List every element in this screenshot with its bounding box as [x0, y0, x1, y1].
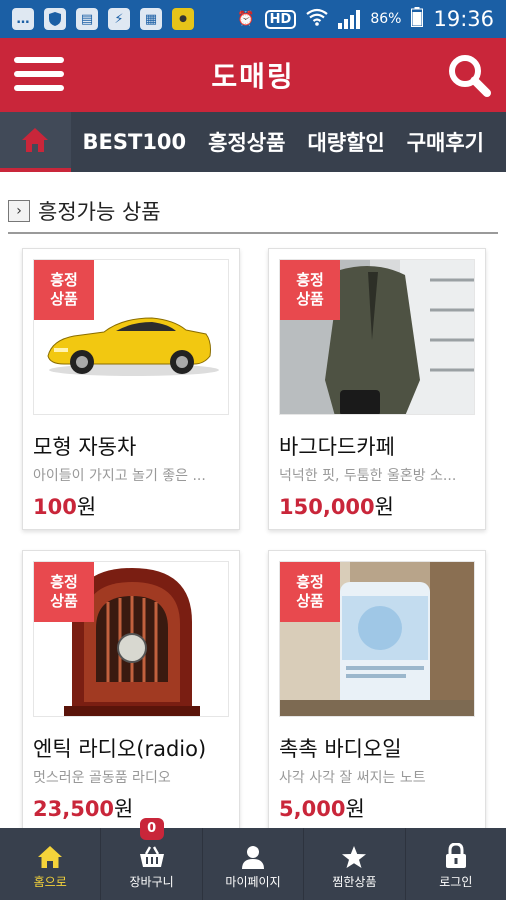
product-card[interactable]: 흥정 상품 엔틱 라디오(radio) 멋스러운 골동품 라디오 23,500원	[22, 550, 240, 840]
tab-label: 마이페이지	[225, 875, 281, 889]
bargain-badge: 흥정 상품	[34, 260, 94, 320]
app-icon: ●	[172, 8, 194, 30]
product-image[interactable]: 흥정 상품	[33, 561, 229, 717]
home-tab[interactable]	[0, 112, 71, 172]
star-icon	[342, 846, 367, 868]
tab-label: 장바구니	[129, 875, 174, 889]
gallery-icon: ▦	[140, 8, 162, 30]
product-price: 100원	[33, 495, 97, 519]
battery-icon	[411, 7, 424, 31]
product-price: 5,000원	[279, 797, 365, 821]
bottom-tab-bar: 홈으로 0 장바구니 마이페이지 찜한상품 로그인	[0, 818, 506, 900]
product-card[interactable]: 흥정 상품 바그다드카페 넉넉한 핏, 두툼한 울혼방 소... 150,000…	[268, 248, 486, 530]
section-title: 흥정가능 상품	[38, 200, 161, 224]
product-price: 23,500원	[33, 797, 134, 821]
product-name: 바그다드카페	[279, 435, 395, 459]
product-price: 150,000원	[279, 495, 394, 519]
wifi-icon	[306, 8, 329, 30]
bargain-badge: 흥정 상품	[280, 260, 340, 320]
message-icon: …	[12, 8, 34, 30]
tab-cart[interactable]: 0 장바구니	[101, 818, 203, 900]
product-card[interactable]: 흥정 상품 모형 자동차 아이들이 가지고 놀기 좋은 ... 100원	[22, 248, 240, 530]
bargain-badge: 흥정 상품	[34, 562, 94, 622]
tab-login[interactable]: 로그인	[406, 828, 506, 900]
user-icon	[242, 846, 265, 869]
hd-indicator: HD	[264, 9, 297, 29]
home-icon	[38, 846, 63, 868]
clock: 19:36	[433, 7, 494, 31]
category-nav: BEST100 흥정상품 대량할인 구매후기	[0, 112, 506, 172]
status-bar: … ▤ ⚡ ▦ ● ⏰ HD 86% 19:36	[0, 0, 506, 38]
nav-item-bulk-discount[interactable]: 대량할인	[307, 127, 384, 157]
note-icon: ▤	[76, 8, 98, 30]
home-icon	[22, 128, 49, 152]
nav-item-bargain[interactable]: 흥정상품	[208, 127, 285, 157]
lock-icon	[445, 843, 466, 868]
nav-item-reviews[interactable]: 구매후기	[407, 127, 484, 157]
product-description: 넉넉한 핏, 두툼한 울혼방 소...	[279, 468, 457, 484]
app-header: 도매링	[0, 38, 506, 112]
tab-home[interactable]: 홈으로	[0, 828, 102, 900]
menu-icon[interactable]	[14, 57, 64, 95]
battery-percent: 86%	[370, 11, 402, 27]
tab-label: 로그인	[439, 875, 473, 889]
product-name: 촉촉 바디오일	[279, 737, 402, 761]
shield-icon	[44, 8, 66, 30]
flash-icon: ⚡	[108, 8, 130, 30]
product-card[interactable]: 흥정 상품 촉촉 바디오일 사각 사각 잘 써지는 노트 5,000원	[268, 550, 486, 840]
search-icon[interactable]	[446, 52, 492, 98]
product-description: 아이들이 가지고 놀기 좋은 ...	[33, 468, 206, 484]
product-image[interactable]: 흥정 상품	[33, 259, 229, 415]
app-title: 도매링	[211, 60, 295, 93]
nav-item-best100[interactable]: BEST100	[83, 130, 187, 154]
section-header: › 흥정가능 상품	[8, 190, 498, 234]
product-name: 모형 자동차	[33, 435, 137, 459]
tab-label: 찜한상품	[332, 875, 377, 889]
tab-wishlist[interactable]: 찜한상품	[304, 828, 406, 900]
tab-mypage[interactable]: 마이페이지	[203, 828, 305, 900]
cart-icon	[139, 846, 164, 867]
product-image[interactable]: 흥정 상품	[279, 561, 475, 717]
product-image[interactable]: 흥정 상품	[279, 259, 475, 415]
product-description: 멋스러운 골동품 라디오	[33, 770, 171, 786]
bargain-badge: 흥정 상품	[280, 562, 340, 622]
tab-label: 홈으로	[33, 875, 67, 889]
product-name: 엔틱 라디오(radio)	[33, 737, 207, 761]
cart-count-badge: 0	[139, 818, 164, 840]
product-description: 사각 사각 잘 써지는 노트	[279, 770, 426, 786]
alarm-icon: ⏰	[237, 11, 255, 27]
chevron-right-icon[interactable]: ›	[8, 200, 30, 222]
signal-icon	[338, 9, 361, 29]
